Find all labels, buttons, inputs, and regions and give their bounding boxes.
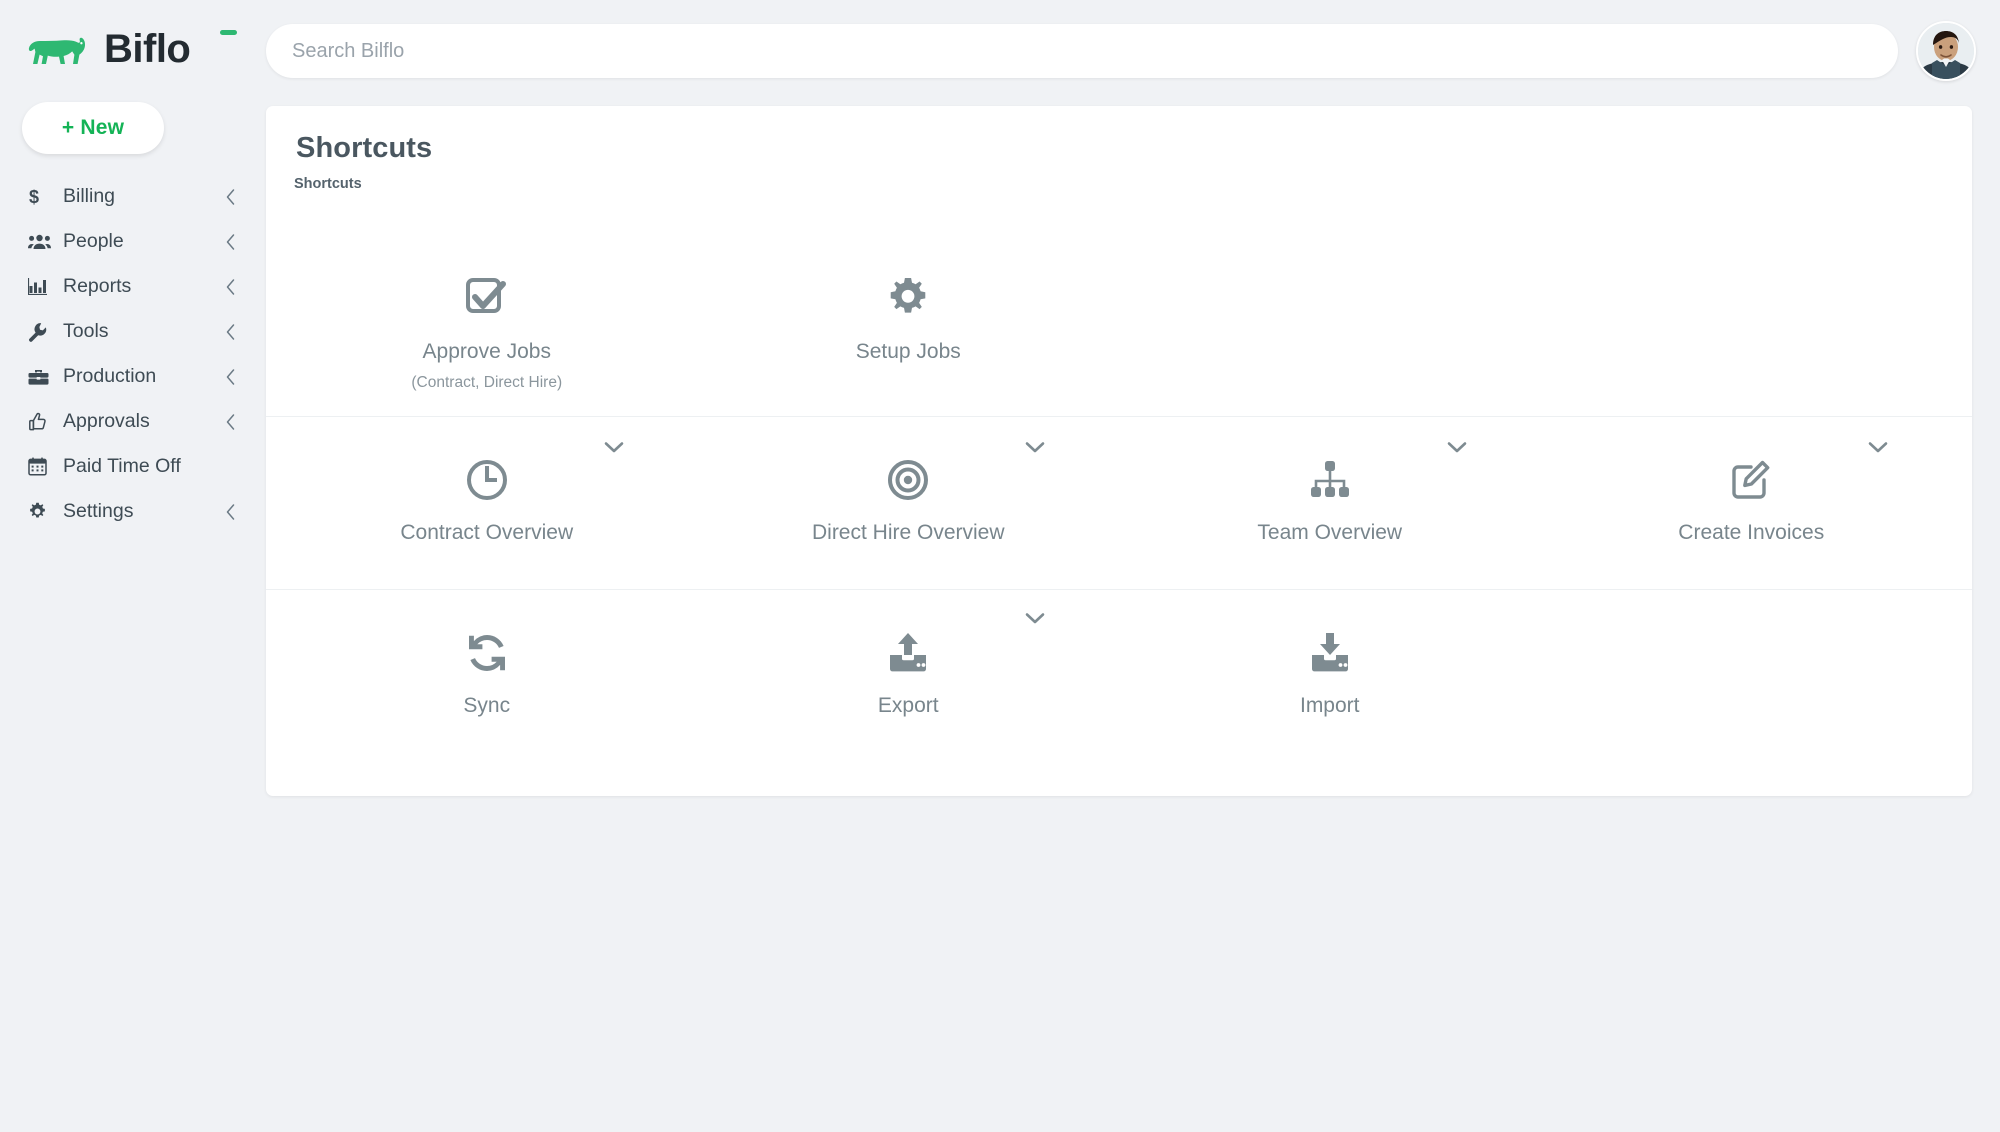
page-title: Shortcuts bbox=[296, 132, 433, 164]
sync-icon bbox=[466, 626, 508, 680]
shortcut-label: Setup Jobs bbox=[855, 340, 961, 363]
shortcut-label: Sync bbox=[463, 694, 511, 717]
sidebar-item-reports[interactable]: Reports bbox=[0, 264, 258, 309]
chevron-down-icon[interactable] bbox=[1447, 441, 1467, 454]
chevron-down-icon[interactable] bbox=[1025, 612, 1045, 625]
chevron-left-icon[interactable] bbox=[225, 368, 236, 386]
sidebar-item-approvals[interactable]: Approvals bbox=[0, 399, 258, 444]
gear-icon bbox=[886, 272, 930, 326]
sidebar-item-settings[interactable]: Settings bbox=[0, 489, 258, 534]
sidebar-item-label: Tools bbox=[63, 320, 109, 342]
shortcut-sublabel: (Contract, Direct Hire) bbox=[411, 374, 563, 391]
shortcuts-row: Contract Overview Direct Hire Overview T… bbox=[266, 416, 1972, 589]
shortcut-direct-hire-overview[interactable]: Direct Hire Overview bbox=[698, 417, 1120, 589]
shortcut-label: Contract Overview bbox=[400, 521, 574, 544]
shortcut-placeholder bbox=[1541, 590, 1963, 759]
gear-icon bbox=[28, 502, 52, 521]
sidebar-item-label: Reports bbox=[63, 275, 132, 297]
bison-logo-icon bbox=[26, 27, 92, 71]
chevron-down-icon[interactable] bbox=[604, 441, 624, 454]
chevron-left-icon[interactable] bbox=[225, 278, 236, 296]
chevron-left-icon[interactable] bbox=[225, 188, 236, 206]
sidebar-item-label: Production bbox=[63, 365, 157, 387]
sidebar-item-people[interactable]: People bbox=[0, 219, 258, 264]
svg-text:$: $ bbox=[29, 187, 39, 207]
shortcut-contract-overview[interactable]: Contract Overview bbox=[276, 417, 698, 589]
sitemap-icon bbox=[1308, 453, 1352, 507]
app-root: Biflo Bilflo + New $ Billing bbox=[0, 0, 2000, 1132]
chevron-left-icon[interactable] bbox=[225, 413, 236, 431]
briefcase-icon bbox=[28, 368, 52, 386]
main-content: Shortcuts Shortcuts Approve Jobs (Contra… bbox=[258, 0, 2000, 1132]
check-square-icon bbox=[464, 272, 510, 326]
sidebar-item-billing[interactable]: $ Billing bbox=[0, 174, 258, 219]
clock-icon bbox=[465, 453, 509, 507]
target-icon bbox=[886, 453, 930, 507]
thumbs-up-icon bbox=[28, 412, 52, 432]
search-input[interactable] bbox=[266, 24, 1898, 78]
search-container bbox=[266, 24, 1898, 78]
brand-logo[interactable]: Biflo Bilflo bbox=[0, 14, 258, 76]
shortcut-label: Approve Jobs bbox=[422, 340, 551, 363]
shortcut-export[interactable]: Export bbox=[698, 590, 1120, 759]
wrench-icon bbox=[28, 322, 52, 342]
edit-square-icon bbox=[1729, 453, 1773, 507]
shortcut-placeholder bbox=[1119, 192, 1541, 416]
chevron-left-icon[interactable] bbox=[225, 233, 236, 251]
shortcut-label: Import bbox=[1299, 694, 1360, 717]
chevron-left-icon[interactable] bbox=[225, 503, 236, 521]
avatar[interactable] bbox=[1916, 21, 1976, 81]
shortcut-label: Create Invoices bbox=[1678, 521, 1825, 544]
shortcuts-row: Sync Export Import bbox=[266, 589, 1972, 759]
sidebar-item-label: People bbox=[63, 230, 124, 252]
brand-wordmark: Biflo Bilflo bbox=[104, 26, 254, 72]
sidebar-item-label: Billing bbox=[63, 185, 116, 207]
sidebar-item-label: Approvals bbox=[63, 410, 150, 432]
shortcut-approve-jobs[interactable]: Approve Jobs (Contract, Direct Hire) bbox=[276, 192, 698, 416]
shortcut-team-overview[interactable]: Team Overview bbox=[1119, 417, 1541, 589]
sidebar-item-tools[interactable]: Tools bbox=[0, 309, 258, 354]
shortcuts-row: Approve Jobs (Contract, Direct Hire) Set… bbox=[266, 192, 1972, 416]
sidebar-item-label: Settings bbox=[63, 500, 134, 522]
chevron-down-icon[interactable] bbox=[1025, 441, 1045, 454]
sidebar-item-paid-time-off[interactable]: Paid Time Off bbox=[0, 444, 258, 489]
dollar-icon: $ bbox=[28, 186, 52, 208]
shortcut-placeholder bbox=[1541, 192, 1963, 416]
shortcut-import[interactable]: Import bbox=[1119, 590, 1541, 759]
shortcut-label: Team Overview bbox=[1257, 521, 1403, 544]
upload-icon bbox=[886, 626, 930, 680]
new-button[interactable]: + New bbox=[22, 102, 164, 154]
calendar-icon bbox=[28, 457, 52, 476]
chevron-left-icon[interactable] bbox=[225, 323, 236, 341]
download-icon bbox=[1308, 626, 1352, 680]
breadcrumb: Shortcuts bbox=[294, 176, 362, 192]
sidebar-nav: $ Billing People Reports Tools Productio… bbox=[0, 174, 258, 534]
shortcut-create-invoices[interactable]: Create Invoices bbox=[1541, 417, 1963, 589]
shortcut-sync[interactable]: Sync bbox=[276, 590, 698, 759]
sidebar-item-production[interactable]: Production bbox=[0, 354, 258, 399]
bar-chart-icon bbox=[28, 277, 52, 296]
chevron-down-icon[interactable] bbox=[1868, 441, 1888, 454]
sidebar-item-label: Paid Time Off bbox=[63, 455, 181, 477]
shortcut-label: Direct Hire Overview bbox=[811, 521, 1005, 544]
shortcuts-card: Shortcuts Shortcuts Approve Jobs (Contra… bbox=[266, 106, 1972, 796]
shortcut-setup-jobs[interactable]: Setup Jobs bbox=[698, 192, 1120, 416]
users-icon bbox=[28, 233, 52, 251]
shortcut-label: Export bbox=[877, 694, 939, 717]
sidebar: Biflo Bilflo + New $ Billing bbox=[0, 0, 258, 1132]
top-bar bbox=[258, 0, 2000, 82]
